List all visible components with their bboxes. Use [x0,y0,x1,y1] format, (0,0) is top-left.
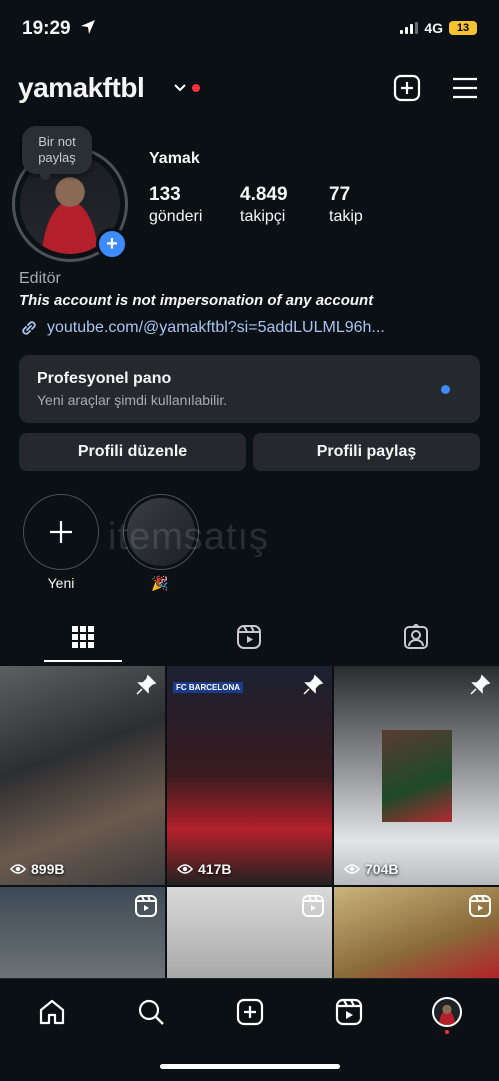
pro-panel-dot [441,385,450,394]
link-icon [22,321,36,335]
new-highlight-button[interactable] [23,494,99,570]
chevron-down-icon[interactable] [172,80,188,96]
tab-grid[interactable] [43,612,123,662]
pro-panel-title: Profesyonel pano [37,370,172,387]
post-banner: FC BARCELONA [173,682,243,693]
pro-panel-subtitle: Yeni araçlar şimdi kullanılabilir. [37,392,228,408]
stat-posts-value: 133 [149,184,181,205]
watermark: itemsatış [108,516,270,558]
network-type: 4G [424,20,443,36]
pin-icon [136,674,157,695]
post-tile[interactable]: 899B [0,666,165,885]
tab-reels[interactable] [209,612,289,662]
view-count: 417B [177,861,231,877]
reels-icon [237,625,261,649]
profile-category: Editör [19,270,61,287]
nav-profile[interactable] [427,992,467,1032]
home-icon [39,999,65,1025]
post-tile[interactable]: FC BARCELONA 417B [167,666,332,885]
nav-search[interactable] [131,992,171,1032]
view-count: 704B [344,861,398,877]
profile-link-text: youtube.com/@yamakftbl?si=5addLULML96h..… [47,319,385,336]
reel-icon [302,895,324,917]
plus-icon [50,521,72,543]
home-indicator[interactable] [160,1064,340,1069]
pin-icon [470,674,491,695]
search-icon [138,999,164,1025]
create-post-icon [236,998,264,1026]
stat-followers[interactable]: 4.849 takipçi [240,184,288,226]
stat-posts-label: gönderi [149,208,203,225]
share-profile-button[interactable]: Profili paylaş [253,433,480,471]
view-count: 899B [10,861,64,877]
tagged-person-icon [404,624,428,649]
stat-followers-value: 4.849 [240,184,288,205]
menu-icon[interactable] [452,76,478,100]
nav-home[interactable] [32,992,72,1032]
pin-icon [303,674,324,695]
profile-notification-dot [445,1030,449,1034]
post-tile[interactable]: 704B [334,666,499,885]
location-arrow-icon [80,20,95,34]
status-time: 19:29 [22,18,96,40]
note-bubble[interactable]: Bir not paylaş [22,126,92,174]
profile-link[interactable]: youtube.com/@yamakftbl?si=5addLULML96h..… [19,318,385,338]
professional-dashboard[interactable]: Profesyonel pano Yeni araçlar şimdi kull… [19,355,480,423]
reels-icon [335,998,363,1026]
avatar [432,997,462,1027]
stat-followers-label: takipçi [240,208,286,225]
highlight-label-party: 🎉 [151,575,169,591]
post-tile[interactable] [334,887,499,980]
active-tab-indicator [44,660,122,662]
post-tile[interactable] [0,887,165,980]
eye-icon [344,864,360,874]
profile-bio: This account is not impersonation of any… [19,292,374,309]
edit-profile-button[interactable]: Profili düzenle [19,433,246,471]
eye-icon [177,864,193,874]
add-story-plus-icon[interactable]: + [96,228,128,260]
stat-following[interactable]: 77 takip [329,184,363,226]
reel-icon [469,895,491,917]
stat-posts[interactable]: 133 gönderi [149,184,202,226]
nav-reels[interactable] [329,992,369,1032]
note-bubble-tail [40,170,50,180]
cellular-signal-icon [400,22,419,34]
tab-tagged[interactable] [376,612,456,662]
battery-icon: 13 [449,21,477,35]
stat-following-value: 77 [329,184,351,205]
reel-icon [135,895,157,917]
notification-dot [192,84,200,92]
highlight-label-new: Yeni [47,575,75,591]
display-name: Yamak [149,150,200,167]
nav-create[interactable] [230,992,270,1032]
post-inset-image [382,730,452,822]
status-indicators: 4G 13 [400,20,477,36]
create-post-icon[interactable] [393,74,421,102]
post-tile[interactable] [167,887,332,980]
profile-username[interactable]: yamakftbl [18,72,145,104]
stat-following-label: takip [329,208,363,225]
grid-icon [72,626,94,648]
eye-icon [10,864,26,874]
